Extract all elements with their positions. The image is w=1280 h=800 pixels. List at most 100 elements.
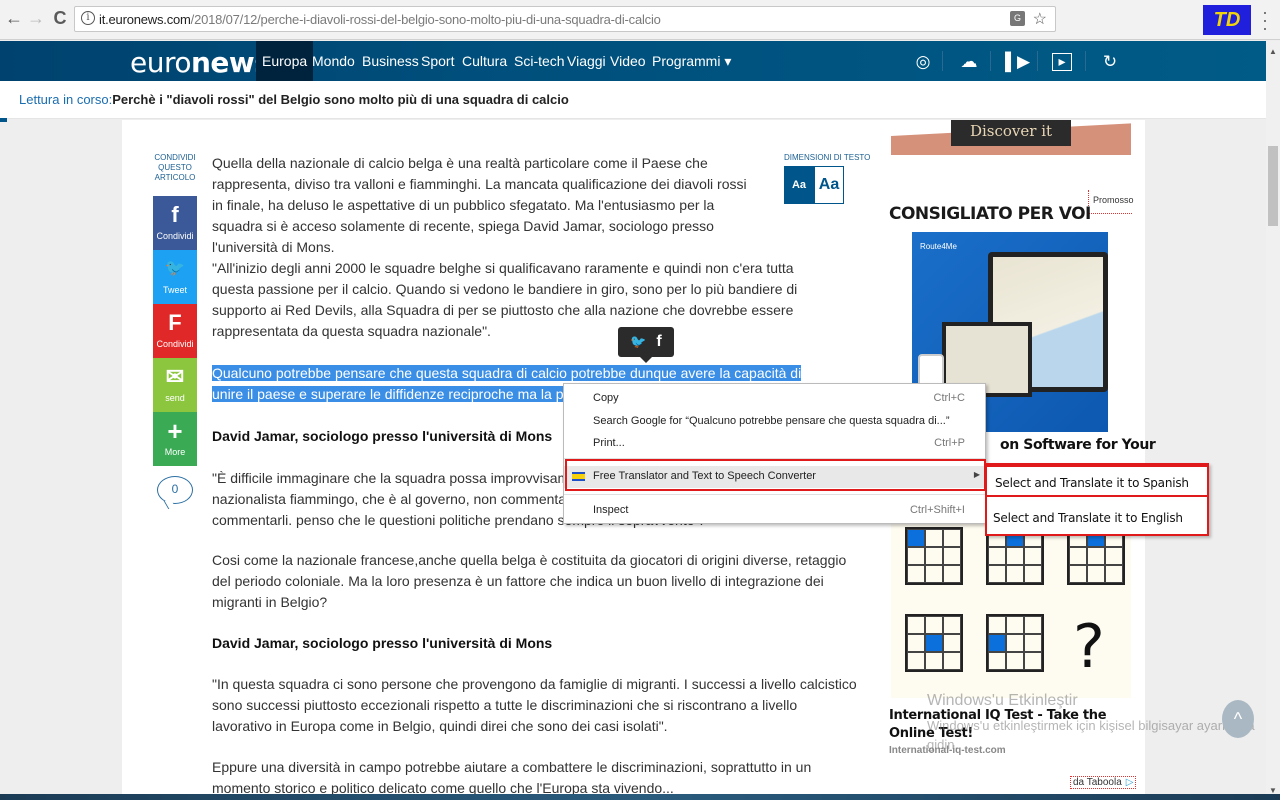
- promoted-label: Promosso: [1088, 190, 1134, 214]
- taboola-attribution[interactable]: da Taboola ▷: [1070, 776, 1137, 789]
- text-size-small-button[interactable]: Aa: [784, 166, 814, 204]
- windows-activation-text: gidin.: [927, 737, 959, 752]
- plus-icon: +: [167, 416, 183, 446]
- nav-video[interactable]: Video: [604, 41, 652, 81]
- td-extension-button[interactable]: TD: [1203, 5, 1251, 35]
- live-icon[interactable]: ▌▶: [1005, 51, 1030, 73]
- url-text[interactable]: it.euronews.com/2018/07/12/perche-i-diav…: [99, 12, 661, 27]
- menu-separator: [564, 494, 985, 495]
- address-bar[interactable]: i it.euronews.com/2018/07/12/perche-i-di…: [74, 6, 1056, 32]
- context-menu-print[interactable]: Print... Ctrl+P: [564, 433, 985, 455]
- adchoices-icon: ▷: [1125, 777, 1134, 788]
- browser-menu-icon[interactable]: · · ·: [1260, 3, 1270, 37]
- selection-share-tooltip: 🐦 f: [618, 327, 674, 363]
- context-menu-inspect[interactable]: Inspect Ctrl+Shift+I: [564, 500, 985, 522]
- translator-extension-icon: [572, 472, 585, 481]
- context-menu-copy[interactable]: Copy Ctrl+C: [564, 388, 985, 410]
- url-host: it.euronews.com: [99, 12, 191, 27]
- scroll-up-arrow-icon[interactable]: ▲: [1269, 47, 1277, 56]
- now-reading-label: Lettura in corso:: [19, 92, 113, 107]
- ad-brand: Route4Me: [920, 242, 957, 251]
- translate-to-spanish[interactable]: Select and Translate it to Spanish: [985, 465, 1209, 497]
- page-scrollbar[interactable]: ▲ ▼: [1266, 41, 1280, 800]
- scrollbar-thumb[interactable]: [1268, 146, 1278, 226]
- article-paragraph: "All'inizio degli anni 2000 le squadre b…: [212, 260, 798, 339]
- text-size-label: DIMENSIONI DI TESTO: [784, 153, 871, 162]
- share-label-text: More: [164, 447, 186, 457]
- share-twitter-button[interactable]: 🐦 Tweet: [153, 250, 197, 304]
- submenu-item-label: Select and Translate it to Spanish: [995, 476, 1189, 490]
- weather-icon[interactable]: ☁: [958, 51, 980, 73]
- ad-caption[interactable]: on Software for Your: [1000, 437, 1156, 453]
- scroll-to-top-button[interactable]: ^: [1222, 700, 1254, 738]
- submenu-item-label: Select and Translate it to English: [993, 511, 1183, 525]
- menu-item-label: Print...: [593, 437, 625, 449]
- top-banner-ad[interactable]: Discover it: [891, 120, 1131, 155]
- share-facebook-button[interactable]: f Condividi: [153, 196, 197, 250]
- context-menu-search-google[interactable]: Search Google for “Qualcuno potrebbe pen…: [564, 411, 985, 433]
- article-subheading: David Jamar, sociologo presso l'universi…: [212, 635, 553, 651]
- windows-activation-title: Windows'u Etkinleştir: [927, 692, 1078, 709]
- text-size-large-button[interactable]: Aa: [814, 166, 844, 204]
- article-paragraph: "In questa squadra ci sono persone che p…: [212, 676, 857, 734]
- share-label-text: Tweet: [162, 285, 187, 295]
- recommended-title: CONSIGLIATO PER VOI: [889, 204, 1091, 224]
- envelope-icon: ✉: [165, 364, 185, 389]
- menu-item-shortcut: Ctrl+Shift+I: [909, 504, 965, 516]
- puzzle-grid: [905, 527, 963, 585]
- question-mark: ?: [1073, 612, 1105, 682]
- windows-taskbar[interactable]: [0, 794, 1280, 800]
- context-menu-free-translator[interactable]: Free Translator and Text to Speech Conve…: [564, 466, 985, 488]
- back-button[interactable]: ←: [4, 8, 24, 28]
- submenu-arrow-icon: ▶: [973, 470, 980, 479]
- article-paragraph: "È difficile immaginare che la squadra p…: [212, 468, 703, 531]
- article-paragraph: Cosi come la nazionale francese,anche qu…: [212, 552, 847, 610]
- context-menu: Copy Ctrl+C Search Google for “Qualcuno p…: [563, 383, 986, 524]
- share-email-button[interactable]: ✉ send: [153, 358, 197, 412]
- site-navigation: euronews. Europa Mondo Business Sport Cu…: [0, 41, 1266, 81]
- progress-indicator: [0, 118, 7, 122]
- bookmark-star-icon[interactable]: ☆: [1033, 9, 1047, 29]
- share-label-text: Condividi: [156, 231, 194, 241]
- nav-europa[interactable]: Europa: [256, 41, 314, 81]
- now-reading: Lettura in corso:Perchè i "diavoli rossi…: [19, 92, 569, 107]
- twitter-icon: 🐦: [165, 260, 185, 277]
- reload-button[interactable]: C: [50, 8, 70, 28]
- translate-icon[interactable]: G: [1010, 11, 1025, 26]
- share-label: CONDIVIDI QUESTO ARTICOLO: [154, 153, 196, 182]
- nav-cultura[interactable]: Cultura: [456, 41, 513, 81]
- nav-divider: [990, 51, 991, 71]
- taboola-label: da Taboola: [1073, 777, 1122, 788]
- nav-programmi[interactable]: Programmi ▾: [646, 41, 737, 81]
- nav-divider: [942, 51, 943, 71]
- nav-divider: [1085, 51, 1086, 71]
- forward-button[interactable]: →: [26, 8, 46, 28]
- twitter-icon[interactable]: 🐦: [630, 334, 646, 349]
- menu-item-label: Free Translator and Text to Speech Conve…: [593, 470, 816, 482]
- reading-bar: Lettura in corso:Perchè i "diavoli rossi…: [0, 81, 1266, 122]
- share-more-button[interactable]: + More: [153, 412, 197, 466]
- site-info-icon[interactable]: i: [81, 11, 95, 25]
- now-reading-title[interactable]: Perchè i "diavoli rossi" del Belgio sono…: [112, 92, 569, 107]
- menu-item-shortcut: Ctrl+C: [933, 392, 965, 404]
- menu-item-label: Search Google for “Qualcuno potrebbe pen…: [593, 415, 950, 427]
- translate-to-english[interactable]: Select and Translate it to English: [987, 503, 1207, 533]
- share-flipboard-button[interactable]: F Condividi: [153, 304, 197, 358]
- nav-mondo[interactable]: Mondo: [306, 41, 361, 81]
- discover-button[interactable]: Discover it: [951, 120, 1071, 146]
- windows-activation-text: Windows'u etkinleştirmek için kişisel bi…: [927, 718, 1255, 733]
- article-paragraph: Eppure una diversità in campo potrebbe a…: [212, 759, 812, 796]
- facebook-icon[interactable]: f: [656, 333, 661, 350]
- flipboard-icon: F: [168, 310, 182, 335]
- menu-separator: [564, 458, 985, 459]
- share-label-text: send: [165, 393, 185, 403]
- menu-item-label: Inspect: [593, 504, 629, 516]
- history-icon[interactable]: ↻: [1099, 51, 1121, 73]
- globe-icon[interactable]: ◎: [912, 51, 934, 73]
- browser-toolbar: ← → C i it.euronews.com/2018/07/12/perch…: [0, 0, 1280, 40]
- article-paragraph: Quella della nazionale di calcio belga è…: [212, 155, 747, 255]
- play-icon[interactable]: ▸: [1052, 53, 1072, 71]
- nav-sport[interactable]: Sport: [415, 41, 460, 81]
- quote-line: nazionalista fiammingo, che è al governo…: [212, 491, 578, 507]
- comments-count-button[interactable]: 0: [157, 476, 193, 504]
